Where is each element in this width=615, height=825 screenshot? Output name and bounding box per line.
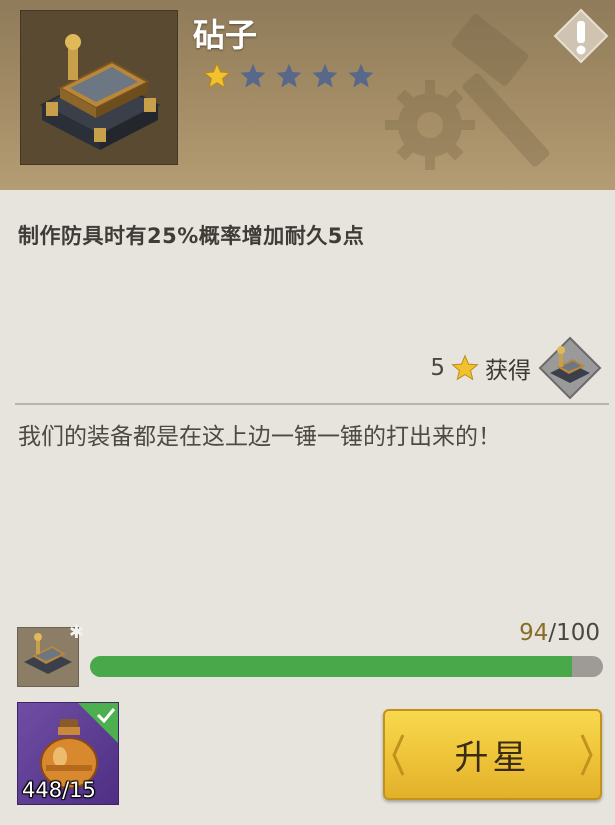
item-title: 砧子: [193, 16, 258, 54]
material-count: 448/15: [22, 778, 96, 802]
material-slot[interactable]: 448/15: [17, 702, 119, 805]
obtain-row: 5 获得: [430, 335, 603, 401]
puzzle-piece-icon: ✱: [68, 622, 84, 643]
obtain-star-count: 5: [430, 355, 445, 381]
checkmark-icon: [78, 703, 118, 743]
chevron-left-icon: [392, 734, 405, 776]
exclamation-icon: [553, 8, 609, 64]
progress-bar: [90, 656, 603, 677]
obtain-label: 获得: [485, 358, 531, 384]
star-empty-icon: [276, 63, 302, 88]
info-button[interactable]: [553, 8, 609, 64]
anvil-workbench-icon: [538, 336, 602, 400]
effect-text: 制作防具时有25%概率增加耐久5点: [18, 224, 365, 248]
upgrade-button-label: 升星: [454, 738, 531, 778]
star-filled-icon: [203, 62, 231, 89]
skill-header: 砧子: [0, 0, 615, 190]
star-empty-icon: [348, 63, 374, 88]
star-empty-icon: [312, 63, 338, 88]
progress-separator: /: [548, 620, 557, 646]
progress-max: 100: [556, 620, 600, 646]
hammer-gear-icon: [385, 14, 550, 170]
fragment-icon: ✱: [17, 622, 84, 687]
progress-current: 94: [519, 620, 549, 646]
divider: [15, 403, 609, 405]
flavor-description: 我们的装备都是在这上边一锤一锤的打出来的！: [18, 424, 501, 450]
progress-fill: [90, 656, 573, 677]
star-filled-icon: [451, 354, 479, 381]
star-rating: [203, 62, 375, 90]
upgrade-star-button[interactable]: 升星: [383, 709, 602, 800]
star-empty-icon: [240, 63, 266, 88]
anvil-workbench-icon: [39, 34, 161, 150]
chevron-right-icon: [580, 734, 593, 776]
progress-counter: 94/100: [519, 620, 600, 646]
item-thumbnail: [20, 10, 178, 165]
